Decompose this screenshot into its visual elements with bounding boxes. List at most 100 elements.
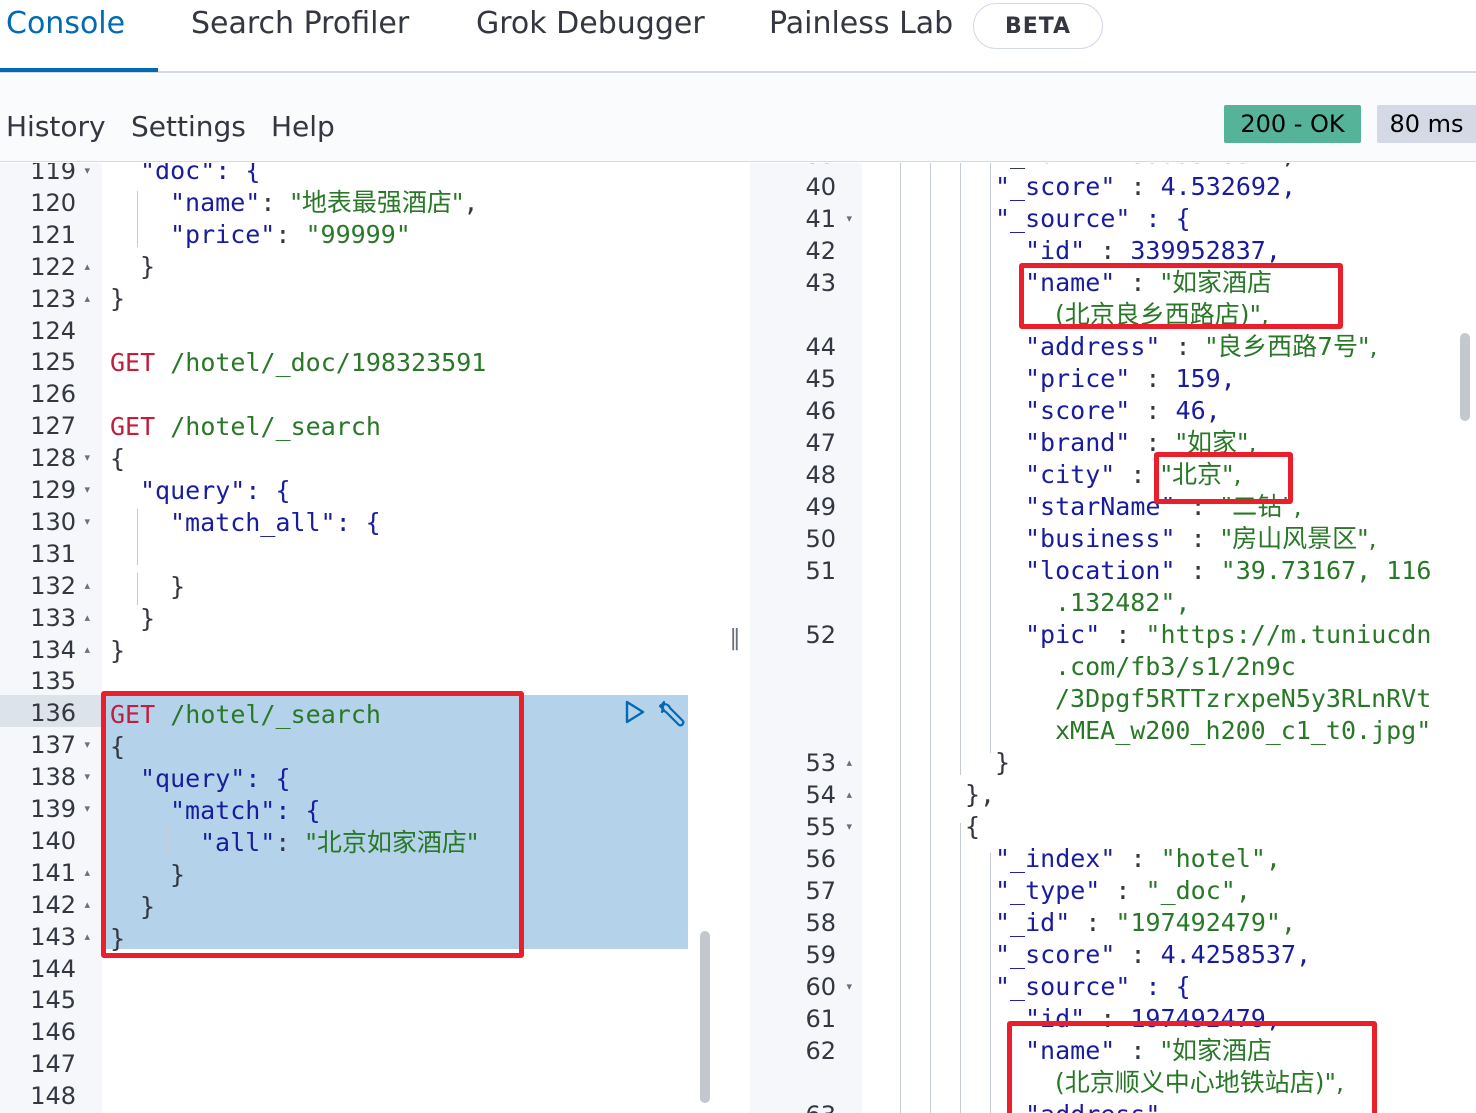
line-number: 133 ▴ xyxy=(30,602,90,634)
code-line: "pic" : "https://m.tuniucdn xyxy=(1025,620,1432,649)
response-scrollbar[interactable] xyxy=(1460,333,1470,421)
code-line: } xyxy=(140,252,156,281)
fold-up-icon[interactable]: ▴ xyxy=(84,602,90,634)
line-number: 127 xyxy=(30,412,76,441)
code-line: "business" : "房山风景区", xyxy=(1025,524,1377,553)
console-toolbar: History Settings Help 200 - OK 80 ms xyxy=(0,74,1476,162)
top-tab-bar: Console Search Profiler Grok Debugger Pa… xyxy=(0,0,1476,73)
line-number: 48 xyxy=(805,461,836,489)
tab-grok-debugger[interactable]: Grok Debugger xyxy=(476,6,705,41)
code-line: xMEA_w200_h200_c1_t0.jpg" xyxy=(1055,716,1432,745)
line-number: 124 xyxy=(30,316,76,345)
line-number: 139 ▾ xyxy=(30,793,90,825)
request-line: GET /hotel/_doc/198323591 xyxy=(110,348,487,377)
code-line: } xyxy=(995,748,1011,777)
line-number: 130 ▾ xyxy=(30,506,90,538)
line-number: 47 xyxy=(805,429,836,457)
response-editor[interactable]: 39 40 41▾ 42 43 44 45 46 47 48 49 50 51 52 53▴ 54▴ 55▾ 56… xyxy=(750,163,1476,1113)
request-scrollbar[interactable] xyxy=(700,931,710,1103)
line-number: 143 ▴ xyxy=(30,921,90,953)
response-time-badge: 80 ms xyxy=(1377,105,1476,143)
fold-up-icon[interactable]: ▴ xyxy=(846,747,852,779)
fold-down-icon[interactable]: ▾ xyxy=(84,474,90,506)
fold-down-icon[interactable]: ▾ xyxy=(84,442,90,474)
fold-down-icon[interactable]: ▾ xyxy=(84,506,90,538)
fold-up-icon[interactable]: ▴ xyxy=(84,634,90,666)
play-icon[interactable] xyxy=(621,699,647,725)
help-menu[interactable]: Help xyxy=(271,110,335,143)
tab-console[interactable]: Console xyxy=(6,6,125,41)
line-number: 45 xyxy=(805,365,836,393)
code-line: "_type" : "_doc", xyxy=(995,876,1251,905)
line-number: 145 xyxy=(30,986,76,1015)
line-number: 134 ▴ xyxy=(30,634,90,666)
code-line: "query": { xyxy=(140,476,291,505)
fold-down-icon[interactable]: ▾ xyxy=(84,793,90,825)
line-number: 121 xyxy=(30,220,76,249)
fold-up-icon[interactable]: ▴ xyxy=(84,921,90,953)
line-number: 63 xyxy=(750,1099,838,1113)
line-number: 43 xyxy=(805,269,836,297)
code-line: } xyxy=(110,636,126,665)
line-number: 144 xyxy=(30,954,76,983)
code-line: }, xyxy=(965,780,996,809)
code-line: { xyxy=(110,444,126,473)
code-line: "doc": { xyxy=(140,163,261,185)
highlight-box xyxy=(101,691,524,958)
fold-down-icon[interactable]: ▾ xyxy=(846,971,852,1003)
line-number: 55 ▾ xyxy=(805,813,852,841)
line-number: 49 xyxy=(805,493,836,521)
tab-search-profiler[interactable]: Search Profiler xyxy=(191,6,409,41)
line-number: 146 xyxy=(30,1018,76,1047)
line-number: 44 xyxy=(805,333,836,361)
line-number: 59 xyxy=(805,941,836,969)
code-line: "_id" : "339952837", xyxy=(995,163,1296,171)
panel-resizer[interactable]: ‖ xyxy=(722,163,748,1113)
code-line: "_score" : 4.532692, xyxy=(995,172,1297,201)
fold-down-icon[interactable]: ▾ xyxy=(84,729,90,761)
code-line: "address" : "良乡西路7号", xyxy=(1025,332,1378,361)
fold-up-icon[interactable]: ▴ xyxy=(84,570,90,602)
code-line: "location" : "39.73167, 116 xyxy=(1025,556,1432,585)
drag-handle-icon[interactable]: ‖ xyxy=(730,626,741,651)
line-number: 52 xyxy=(805,621,836,649)
line-number: 147 xyxy=(30,1050,76,1079)
code-line: .132482", xyxy=(1055,588,1191,617)
line-number: 57 xyxy=(805,877,836,905)
line-number: 132 ▴ xyxy=(30,570,90,602)
fold-down-icon[interactable]: ▾ xyxy=(846,203,852,235)
line-number: 39 xyxy=(750,163,838,171)
fold-up-icon[interactable]: ▴ xyxy=(84,889,90,921)
code-line: "_source" : { xyxy=(995,972,1191,1001)
highlight-box xyxy=(1007,1021,1377,1113)
wrench-icon[interactable] xyxy=(656,698,688,730)
fold-up-icon[interactable]: ▴ xyxy=(84,857,90,889)
fold-up-icon[interactable]: ▴ xyxy=(84,283,90,315)
code-line: /3Dpgf5RTTzrxpeN5y3RLnRVt xyxy=(1055,684,1432,713)
line-number: 40 xyxy=(805,173,836,201)
code-line: "_id" : "197492479", xyxy=(995,908,1297,937)
fold-up-icon[interactable]: ▴ xyxy=(84,251,90,283)
fold-up-icon[interactable]: ▴ xyxy=(846,779,852,811)
line-number: 56 xyxy=(805,845,836,873)
history-menu[interactable]: History xyxy=(6,110,106,143)
line-number: 50 xyxy=(805,525,836,553)
fold-down-icon[interactable]: ▾ xyxy=(846,811,852,843)
line-number: 61 xyxy=(805,1005,836,1033)
fold-down-icon[interactable]: ▾ xyxy=(84,163,90,187)
code-line: "_index" : "hotel", xyxy=(995,844,1281,873)
code-line: "name": "地表最强酒店", xyxy=(170,188,479,217)
request-editor[interactable]: 119 ▾ 120 121 122 ▴ 123 ▴ 124 125 126 127 128 ▾ 129 ▾ 13… xyxy=(0,163,720,1113)
code-line: "_source" : { xyxy=(995,204,1191,233)
code-line: } xyxy=(140,604,156,633)
line-number: 136 xyxy=(30,699,76,728)
line-number: 42 xyxy=(805,237,836,265)
line-number: 123 ▴ xyxy=(30,283,90,315)
tab-painless-lab[interactable]: Painless Lab xyxy=(769,6,953,41)
line-number: 46 xyxy=(805,397,836,425)
line-number: 135 xyxy=(30,667,76,696)
line-number: 137 ▾ xyxy=(30,729,90,761)
code-line: "match_all": { xyxy=(170,508,381,537)
settings-menu[interactable]: Settings xyxy=(131,110,246,143)
fold-down-icon[interactable]: ▾ xyxy=(84,761,90,793)
